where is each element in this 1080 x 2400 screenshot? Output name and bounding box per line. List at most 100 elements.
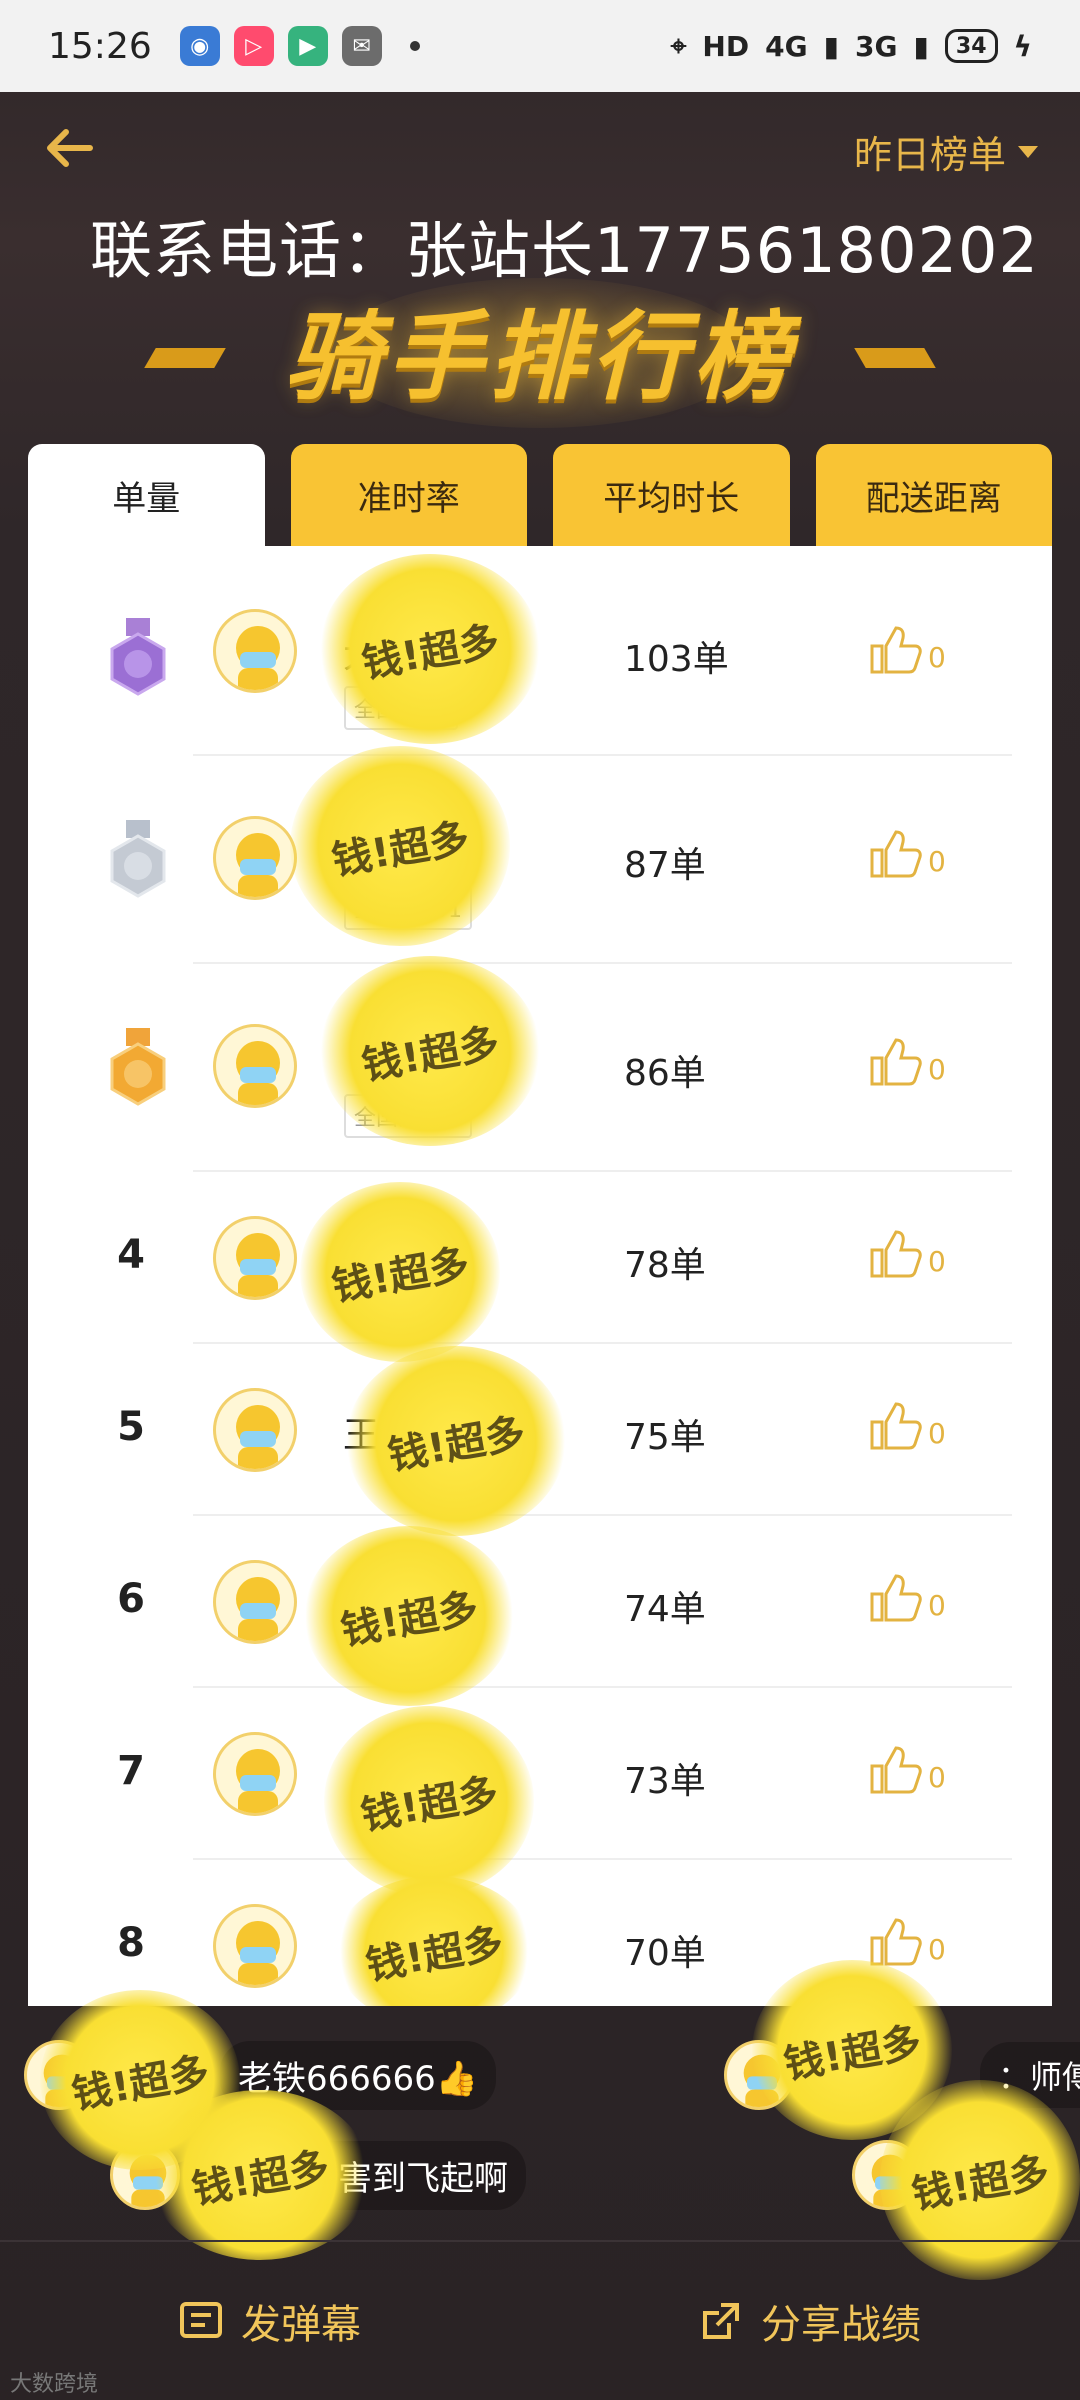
order-count: 70单 — [624, 1933, 706, 1974]
rank-number: 8 — [117, 1920, 145, 1966]
danmaku-text: ：师傅！等 — [980, 2042, 1080, 2108]
table-row: 4 78单 0 — [28, 1172, 1052, 1344]
send-danmaku-label: 发弹幕 — [241, 2302, 361, 2348]
table-row: 8 70单 0 — [28, 1860, 1052, 2006]
avatar[interactable] — [213, 816, 297, 900]
like-button[interactable]: 0 — [868, 1400, 946, 1450]
avatar[interactable] — [213, 1904, 297, 1988]
period-label: 昨日榜单 — [853, 133, 1006, 177]
table-row: 全国第772 86单 0 — [28, 964, 1052, 1172]
avatar[interactable] — [213, 609, 297, 693]
status-bar: 15:26 ◉ ▷ ▶ ✉ ⌖ HD 4G ▮ 3G ▮ 34 ϟ — [0, 0, 1080, 92]
like-count: 0 — [928, 1933, 946, 1966]
media-app-icon: ▶ — [287, 26, 328, 66]
national-rank: 全国第691 — [344, 886, 472, 930]
like-count: 0 — [928, 1761, 946, 1794]
contact-overlay-text: 联系电话：张站长17756180202 — [90, 214, 1039, 287]
avatar[interactable] — [213, 1388, 297, 1472]
danmaku-avatar — [24, 2040, 94, 2110]
tab-ontime-rate[interactable]: 准时率 — [290, 444, 527, 546]
like-button[interactable]: 0 — [868, 1916, 946, 1966]
banner-title: 骑手排行榜 — [285, 300, 795, 413]
period-dropdown[interactable]: 昨日榜单 — [854, 124, 1038, 179]
like-count: 0 — [928, 1417, 946, 1450]
table-row: 1 大 全国第73 103单 0 — [28, 546, 1052, 756]
banner: 骑手排行榜 — [0, 268, 1080, 428]
wechat-icon: ✉ — [341, 26, 382, 66]
rank-number: 4 — [117, 1232, 145, 1278]
bronze-medal-icon — [110, 1028, 166, 1106]
tab-orders[interactable]: 单量 — [28, 444, 265, 546]
like-count: 0 — [928, 845, 946, 878]
back-arrow-icon[interactable] — [40, 118, 100, 178]
like-button[interactable]: 0 — [868, 1744, 946, 1794]
national-rank: 全国第772 — [344, 1094, 472, 1138]
watermark: 大数跨境 — [10, 2372, 99, 2397]
thumbs-up-icon — [870, 830, 922, 878]
danmaku-avatar-only — [852, 2140, 922, 2210]
danmaku-avatar — [110, 2140, 180, 2210]
like-count: 0 — [928, 1053, 946, 1086]
danmaku-message: ：师傅！等 — [724, 2040, 1080, 2110]
hd-indicator: HD — [702, 29, 750, 63]
rider-name: 王 — [343, 1415, 380, 1456]
table-row: 5 王 75单 0 — [28, 1344, 1052, 1516]
thumbs-up-icon — [870, 1230, 922, 1278]
like-count: 0 — [928, 641, 946, 674]
charging-icon: ϟ — [1013, 29, 1032, 63]
bottom-action-bar: 发弹幕 分享战绩 — [0, 2240, 1080, 2400]
danmaku-text: 老铁666666👍 — [220, 2040, 497, 2110]
like-button[interactable]: 0 — [868, 1036, 946, 1086]
thumbs-up-icon — [870, 1918, 922, 1966]
order-count: 74单 — [624, 1589, 706, 1630]
video-app-icon: ▷ — [233, 26, 274, 66]
gold-medal-icon — [110, 618, 166, 696]
signal-3g: 3G — [855, 29, 898, 63]
order-count: 73单 — [624, 1761, 706, 1802]
ranking-list: 1 大 全国第73 103单 0 全国第691 — [28, 546, 1052, 2006]
danmaku-avatar — [852, 2140, 922, 2210]
danmaku-text: 厉害到飞起啊 — [286, 2140, 526, 2210]
share-results-button[interactable]: 分享战绩 — [540, 2242, 1080, 2400]
like-count: 0 — [928, 1589, 946, 1622]
order-count: 87单 — [624, 845, 706, 886]
thumbs-up-icon — [870, 1574, 922, 1622]
rank-number: 6 — [117, 1576, 145, 1622]
battery-indicator: 34 — [944, 29, 998, 63]
banner-wing-left — [144, 348, 226, 368]
thumbs-up-icon — [870, 1402, 922, 1450]
danmaku-message: 老铁666666👍 — [24, 2040, 497, 2110]
rider-name: 大 — [343, 635, 380, 676]
like-button[interactable]: 0 — [868, 1572, 946, 1622]
more-notifications-dot — [409, 41, 420, 51]
silver-medal-icon — [110, 820, 166, 898]
app-notification-icon: ◉ — [179, 26, 220, 66]
like-button[interactable]: 0 — [868, 828, 946, 878]
avatar[interactable] — [213, 1560, 297, 1644]
order-count: 78单 — [624, 1245, 706, 1286]
like-button[interactable]: 0 — [868, 1228, 946, 1278]
location-icon: ⌖ — [670, 29, 687, 62]
signal-bars-icon-2: ▮ — [913, 29, 929, 63]
avatar[interactable] — [213, 1024, 297, 1108]
status-time: 15:26 — [48, 25, 152, 67]
share-results-label: 分享战绩 — [761, 2302, 921, 2348]
screen: 15:26 ◉ ▷ ▶ ✉ ⌖ HD 4G ▮ 3G ▮ 34 ϟ 昨日榜单 骑… — [0, 0, 1080, 2400]
tab-avg-duration[interactable]: 平均时长 — [553, 444, 790, 546]
share-icon — [703, 2303, 739, 2339]
avatar[interactable] — [213, 1732, 297, 1816]
table-row: 7 73单 0 — [28, 1688, 1052, 1860]
tab-delivery-distance[interactable]: 配送距离 — [815, 444, 1052, 546]
caret-down-icon — [1018, 145, 1038, 158]
status-right: ⌖ HD 4G ▮ 3G ▮ 34 ϟ — [671, 29, 1032, 63]
table-row: 6 74单 0 — [28, 1516, 1052, 1688]
rank-number: 5 — [117, 1404, 145, 1450]
danmaku-icon — [180, 2302, 222, 2338]
table-row: 全国第691 87单 0 — [28, 756, 1052, 964]
order-count: 103单 — [624, 639, 729, 680]
like-button[interactable]: 0 — [868, 624, 946, 674]
order-count: 86单 — [624, 1053, 706, 1094]
thumbs-up-icon — [870, 1038, 922, 1086]
national-rank: 全国第73 — [344, 686, 458, 730]
avatar[interactable] — [213, 1216, 297, 1300]
